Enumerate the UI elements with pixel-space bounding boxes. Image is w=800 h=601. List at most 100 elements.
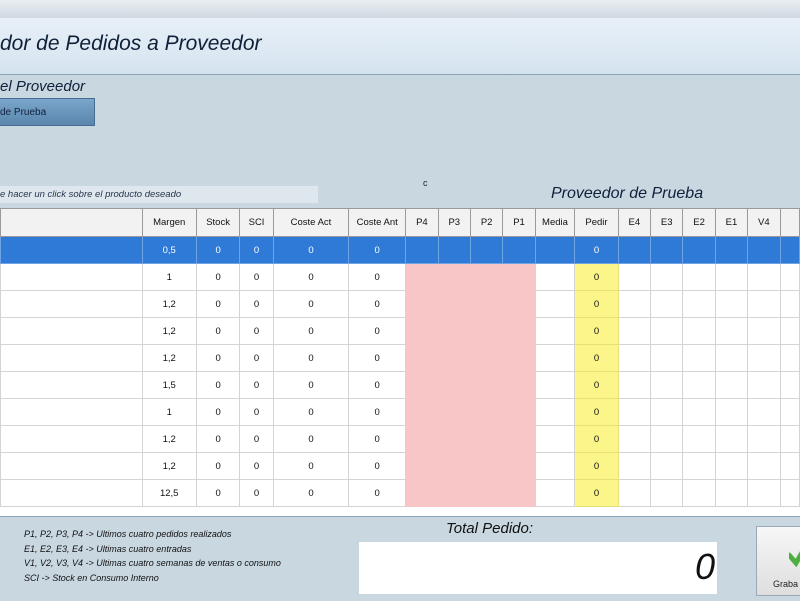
cell-p2 bbox=[469, 371, 504, 399]
cell-p4 bbox=[405, 398, 439, 426]
cell-stock: 0 bbox=[195, 371, 241, 399]
page-title: dor de Pedidos a Proveedor bbox=[0, 32, 262, 55]
cell-e2 bbox=[682, 425, 716, 453]
cell-p3 bbox=[437, 479, 471, 507]
table-row[interactable]: 1,2 0 0 0 0 0 bbox=[0, 452, 800, 480]
column-header-v4[interactable]: V4 bbox=[747, 208, 781, 237]
cell-p2 bbox=[469, 290, 504, 318]
column-header-pedir[interactable]: Pedir bbox=[574, 208, 619, 237]
cell-coste-ant: 0 bbox=[348, 479, 407, 507]
cell-e4 bbox=[617, 398, 652, 426]
cell-pedir: 0 bbox=[574, 290, 619, 318]
cell-v4 bbox=[747, 263, 781, 291]
column-header-p2[interactable]: P2 bbox=[469, 208, 504, 237]
column-header-e2[interactable]: E2 bbox=[682, 208, 716, 237]
cell-e2 bbox=[682, 371, 716, 399]
table-row[interactable]: 100000 bbox=[0, 263, 800, 291]
cell-e3 bbox=[650, 398, 684, 426]
column-header-product[interactable] bbox=[0, 208, 143, 237]
column-header-p4[interactable]: P4 bbox=[405, 208, 439, 237]
cell-p4 bbox=[405, 263, 439, 291]
cell-media bbox=[534, 425, 576, 453]
cell-p2 bbox=[469, 344, 504, 372]
cell-e3 bbox=[650, 371, 684, 399]
cell-p3 bbox=[437, 425, 471, 453]
table-row[interactable]: 1,2 0 0 0 0 0 bbox=[0, 317, 800, 345]
products-grid[interactable]: Margen Stock SCI Coste Act Coste Ant P4 … bbox=[0, 208, 800, 516]
cell-pedir: 0 bbox=[574, 263, 619, 291]
table-row[interactable]: 100000 bbox=[0, 398, 800, 426]
cell-coste-ant: 0 bbox=[348, 236, 407, 264]
cell-p2 bbox=[469, 398, 504, 426]
cell-p4 bbox=[405, 344, 439, 372]
column-header-coste-ant[interactable]: Coste Ant bbox=[348, 208, 407, 237]
column-header-e3[interactable]: E3 bbox=[650, 208, 684, 237]
cell-p1 bbox=[502, 479, 536, 507]
supplier-name-heading: Proveedor de Prueba bbox=[551, 185, 704, 202]
cell-overflow bbox=[779, 479, 800, 507]
total-label: Total Pedido: bbox=[446, 520, 534, 537]
table-row[interactable]: 1,2 0 0 0 0 0 bbox=[0, 344, 800, 372]
cell-p4 bbox=[405, 236, 439, 264]
cell-v4 bbox=[747, 344, 781, 372]
column-header-media[interactable]: Media bbox=[534, 208, 576, 237]
cell-e3 bbox=[650, 344, 684, 372]
cell-overflow bbox=[779, 425, 800, 453]
column-header-stock[interactable]: Stock bbox=[195, 208, 241, 237]
cell-v4 bbox=[747, 371, 781, 399]
cell-coste-ant: 0 bbox=[348, 263, 407, 291]
cell-v4 bbox=[747, 236, 781, 264]
cell-e1 bbox=[714, 317, 749, 345]
column-header-sci[interactable]: SCI bbox=[239, 208, 274, 237]
column-header-e4[interactable]: E4 bbox=[617, 208, 652, 237]
cell-e3 bbox=[650, 317, 684, 345]
cell-coste-ant: 0 bbox=[348, 398, 407, 426]
cell-v4 bbox=[747, 479, 781, 507]
cell-e2 bbox=[682, 236, 716, 264]
table-row[interactable]: 1,5 0 0 0 0 0 bbox=[0, 371, 800, 399]
cell-sci: 0 bbox=[239, 344, 274, 372]
column-header-p1[interactable]: P1 bbox=[502, 208, 536, 237]
cell-p2 bbox=[469, 317, 504, 345]
cell-p1 bbox=[502, 290, 536, 318]
column-header-coste-act[interactable]: Coste Act bbox=[272, 208, 350, 237]
cell-e3 bbox=[650, 290, 684, 318]
cell-coste-act: 0 bbox=[272, 371, 350, 399]
table-row[interactable]: 0,5 0 0 0 0 0 bbox=[0, 236, 800, 264]
cell-margen: 1 bbox=[141, 398, 197, 426]
table-header-row: Margen Stock SCI Coste Act Coste Ant P4 … bbox=[0, 208, 800, 237]
cell-media bbox=[534, 344, 576, 372]
cell-v4 bbox=[747, 425, 781, 453]
cell-product bbox=[0, 479, 143, 507]
cell-stock: 0 bbox=[195, 236, 241, 264]
cell-e4 bbox=[617, 452, 652, 480]
cell-overflow bbox=[779, 290, 800, 318]
column-header-e1[interactable]: E1 bbox=[714, 208, 749, 237]
cell-e4 bbox=[617, 344, 652, 372]
table-row[interactable]: 1,2 0 0 0 0 0 bbox=[0, 425, 800, 453]
cell-margen: 1,2 bbox=[141, 452, 197, 480]
cell-e2 bbox=[682, 398, 716, 426]
cell-v4 bbox=[747, 290, 781, 318]
cell-product bbox=[0, 290, 143, 318]
cell-overflow bbox=[779, 398, 800, 426]
supplier-select-button[interactable]: de Prueba bbox=[0, 98, 95, 126]
cell-p1 bbox=[502, 263, 536, 291]
cell-product bbox=[0, 425, 143, 453]
cell-stock: 0 bbox=[195, 452, 241, 480]
cell-overflow bbox=[779, 344, 800, 372]
cell-p3 bbox=[437, 344, 471, 372]
cell-p1 bbox=[502, 452, 536, 480]
column-header-p3[interactable]: P3 bbox=[437, 208, 471, 237]
cell-e2 bbox=[682, 452, 716, 480]
table-row[interactable]: 1,2 0 0 0 0 0 bbox=[0, 290, 800, 318]
save-button[interactable]: Graba bbox=[756, 526, 800, 596]
cell-pedir: 0 bbox=[574, 317, 619, 345]
cell-e3 bbox=[650, 452, 684, 480]
cell-p1 bbox=[502, 236, 536, 264]
cell-e2 bbox=[682, 479, 716, 507]
table-row[interactable]: 12,5 0 0 0 0 0 bbox=[0, 479, 800, 507]
column-header-margen[interactable]: Margen bbox=[141, 208, 197, 237]
cell-coste-ant: 0 bbox=[348, 317, 407, 345]
cell-p3 bbox=[437, 263, 471, 291]
